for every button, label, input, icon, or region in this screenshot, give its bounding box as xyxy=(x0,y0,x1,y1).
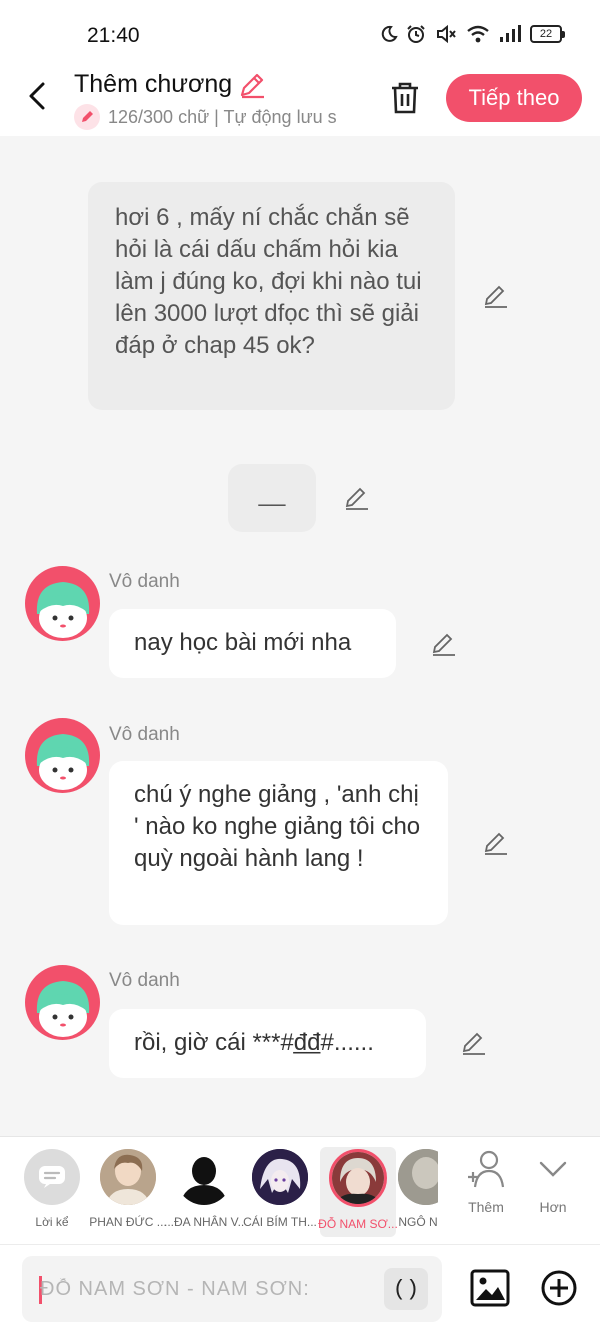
edit-icon[interactable] xyxy=(482,829,510,857)
status-icons: 22 xyxy=(380,24,565,44)
narrator-icon xyxy=(24,1149,80,1205)
edit-icon[interactable] xyxy=(343,484,371,512)
edit-icon[interactable] xyxy=(482,282,510,310)
edit-icon[interactable] xyxy=(430,630,458,658)
add-button[interactable] xyxy=(540,1269,578,1307)
character-bar: Lời kể PHAN ĐỨC ... ...ĐA NHÂN V... CÁI … xyxy=(0,1136,600,1244)
chat-bubble[interactable]: chú ý nghe giảng , 'anh chị ' nào ko ngh… xyxy=(109,761,448,925)
character-ngo[interactable]: NGÔ N xyxy=(398,1147,438,1237)
chat-bubble[interactable]: nay học bài mới nha xyxy=(109,609,396,678)
narration-bubble[interactable]: hơi 6 , mấy ní chắc chắn sẽ hỏi là cái d… xyxy=(88,182,455,410)
header: Thêm chương 126/300 chữ | Tự động lưu s … xyxy=(0,62,600,136)
chat-content[interactable]: hơi 6 , mấy ní chắc chắn sẽ hỏi là cái d… xyxy=(0,136,600,1136)
character-narrator[interactable]: Lời kể xyxy=(14,1147,90,1237)
character-label: NGÔ N xyxy=(398,1215,438,1229)
avatar xyxy=(398,1149,438,1205)
chevron-left-icon xyxy=(29,82,45,110)
pencil-icon[interactable] xyxy=(238,71,266,99)
add-character-button[interactable]: Thêm xyxy=(456,1149,516,1215)
avatar[interactable] xyxy=(25,965,100,1040)
avatar xyxy=(329,1149,387,1207)
avatar xyxy=(100,1149,156,1205)
pencil-badge-icon xyxy=(74,104,100,130)
delete-button[interactable] xyxy=(388,79,422,117)
status-bar: 21:40 22 xyxy=(0,0,600,62)
mute-icon xyxy=(437,24,456,44)
wifi-icon xyxy=(467,25,489,43)
character-label: Lời kể xyxy=(35,1215,69,1229)
character-label: ...ĐA NHÂN V... xyxy=(164,1215,244,1229)
avatar xyxy=(176,1149,232,1205)
parenthesis-button[interactable]: () xyxy=(384,1268,428,1310)
character-cai-bim[interactable]: CÁI BÍM TH... xyxy=(242,1147,318,1237)
character-do-nam-son[interactable]: ĐỖ NAM SƠ... xyxy=(318,1147,398,1237)
avatar[interactable] xyxy=(25,718,100,793)
plus-circle-icon xyxy=(541,1270,577,1306)
edit-icon[interactable] xyxy=(460,1029,488,1057)
character-phan-duc[interactable]: PHAN ĐỨC ... xyxy=(89,1147,167,1237)
more-button[interactable]: Hơn xyxy=(523,1149,583,1215)
insert-image-button[interactable] xyxy=(470,1269,510,1307)
status-time: 21:40 xyxy=(87,24,140,47)
add-user-icon xyxy=(468,1150,505,1188)
character-label: CÁI BÍM TH... xyxy=(243,1215,317,1229)
narration-bubble[interactable]: __ xyxy=(228,464,316,532)
avatar[interactable] xyxy=(25,566,100,641)
character-da-nhan[interactable]: ...ĐA NHÂN V... xyxy=(164,1147,244,1237)
avatar xyxy=(252,1149,308,1205)
battery-icon: 22 xyxy=(530,25,565,43)
add-character-label: Thêm xyxy=(468,1199,504,1215)
message-input[interactable] xyxy=(40,1256,350,1322)
chat-bubble[interactable]: rồi, giờ cái ***#đ̲đ̲#...... xyxy=(109,1009,426,1078)
image-icon xyxy=(470,1269,510,1307)
speaker-name: Vô danh xyxy=(109,970,180,991)
title-wrap[interactable]: Thêm chương xyxy=(74,70,266,99)
moon-icon xyxy=(381,25,398,42)
next-button[interactable]: Tiếp theo xyxy=(446,74,582,122)
subtitle-text: 126/300 chữ | Tự động lưu s xyxy=(108,106,337,127)
page-title: Thêm chương xyxy=(74,70,233,98)
speaker-name: Vô danh xyxy=(109,571,180,592)
word-count-status: 126/300 chữ | Tự động lưu s xyxy=(74,104,364,130)
back-button[interactable] xyxy=(22,78,52,114)
input-bar: () xyxy=(0,1244,600,1333)
more-label: Hơn xyxy=(539,1199,567,1215)
trash-icon xyxy=(392,82,418,114)
speaker-name: Vô danh xyxy=(109,724,180,745)
alarm-icon xyxy=(407,25,425,43)
chevron-down-icon xyxy=(539,1161,567,1177)
battery-level: 22 xyxy=(539,28,553,40)
character-label: ĐỖ NAM SƠ... xyxy=(318,1217,398,1231)
message-input-wrap[interactable]: () xyxy=(22,1256,442,1322)
character-label: PHAN ĐỨC ... xyxy=(89,1215,167,1229)
signal-icon xyxy=(500,25,521,42)
